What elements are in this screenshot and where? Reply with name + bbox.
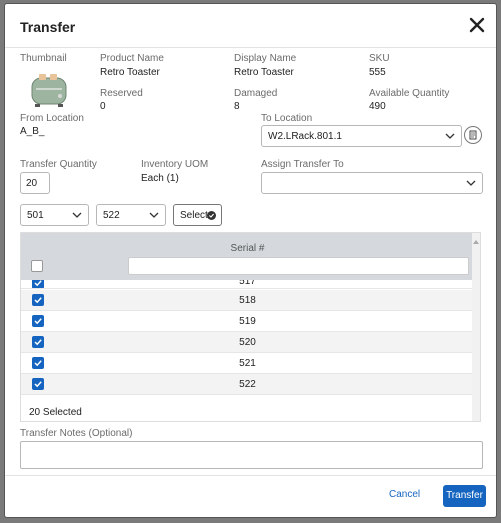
display-name-value: Retro Toaster — [234, 67, 294, 78]
to-location-select[interactable]: W2.LRack.801.1 — [261, 125, 462, 147]
sku-value: 555 — [369, 67, 386, 78]
assign-transfer-label: Assign Transfer To — [261, 159, 344, 170]
serial-table: Serial # 517 518 519 520 521 522 — [20, 232, 481, 422]
damaged-label: Damaged — [234, 88, 278, 99]
display-name-label: Display Name — [234, 53, 297, 64]
available-quantity-label: Available Quantity — [369, 88, 450, 99]
table-row[interactable]: 521 — [21, 353, 474, 374]
table-row[interactable]: 520 — [21, 332, 474, 353]
serial-table-header: Serial # — [21, 233, 474, 280]
chevron-down-icon — [445, 133, 455, 139]
reserved-value: 0 — [100, 101, 106, 112]
table-scrollbar[interactable] — [472, 233, 480, 421]
table-row[interactable]: 519 — [21, 311, 474, 332]
close-icon[interactable] — [468, 16, 486, 34]
modal-header: Transfer — [5, 4, 496, 48]
range-end-value: 522 — [103, 210, 120, 221]
transfer-quantity-input[interactable]: 20 — [20, 172, 50, 194]
product-name-value: Retro Toaster — [100, 67, 160, 78]
cancel-button[interactable]: Cancel — [389, 489, 420, 500]
serial-column-header: Serial # — [230, 243, 265, 254]
chevron-down-icon — [149, 212, 159, 218]
chevron-down-icon — [466, 180, 476, 186]
select-all-checkbox[interactable] — [31, 260, 43, 272]
inventory-uom-value: Each (1) — [141, 173, 179, 184]
serial-value: 518 — [239, 295, 256, 306]
transfer-notes-label: Transfer Notes (Optional) — [20, 428, 133, 439]
range-end-select[interactable]: 522 — [96, 204, 166, 226]
available-quantity-value: 490 — [369, 101, 386, 112]
transfer-quantity-value: 20 — [26, 178, 38, 189]
scroll-up-icon[interactable] — [473, 240, 479, 244]
transfer-modal: Transfer Thumbnail Product Name Retro To… — [4, 3, 497, 518]
transfer-quantity-label: Transfer Quantity — [20, 159, 97, 170]
toaster-thumbnail-image — [26, 68, 72, 110]
table-row[interactable]: 518 — [21, 290, 474, 311]
serial-value: 521 — [239, 358, 256, 369]
modal-footer — [5, 475, 496, 517]
from-location-value: A_B_ — [20, 126, 45, 137]
product-name-label: Product Name — [100, 53, 164, 64]
location-browse-icon[interactable] — [464, 126, 482, 144]
chevron-down-icon — [72, 212, 82, 218]
reserved-label: Reserved — [100, 88, 143, 99]
transfer-button[interactable]: Transfer — [443, 485, 486, 507]
table-row[interactable]: 522 — [21, 374, 474, 395]
sku-label: SKU — [369, 53, 390, 64]
to-location-value: W2.LRack.801.1 — [268, 131, 342, 142]
range-start-select[interactable]: 501 — [20, 204, 89, 226]
range-start-value: 501 — [27, 210, 44, 221]
check-circle-icon — [207, 211, 216, 220]
assign-transfer-select[interactable] — [261, 172, 483, 194]
serial-filter-input[interactable] — [128, 257, 469, 275]
inventory-uom-label: Inventory UOM — [141, 159, 209, 170]
modal-title: Transfer — [20, 19, 76, 35]
serial-value: 517 — [239, 280, 256, 287]
selected-count: 20 Selected — [29, 407, 82, 418]
select-range-button[interactable]: Select — [173, 204, 222, 226]
select-range-label: Select — [180, 210, 208, 221]
table-row[interactable]: 517 — [21, 280, 474, 289]
serial-value: 519 — [239, 316, 256, 327]
transfer-notes-textarea[interactable] — [20, 441, 483, 469]
damaged-value: 8 — [234, 101, 240, 112]
from-location-label: From Location — [20, 113, 84, 124]
to-location-label: To Location — [261, 113, 313, 124]
thumbnail-label: Thumbnail — [20, 53, 67, 64]
serial-value: 522 — [239, 379, 256, 390]
serial-value: 520 — [239, 337, 256, 348]
